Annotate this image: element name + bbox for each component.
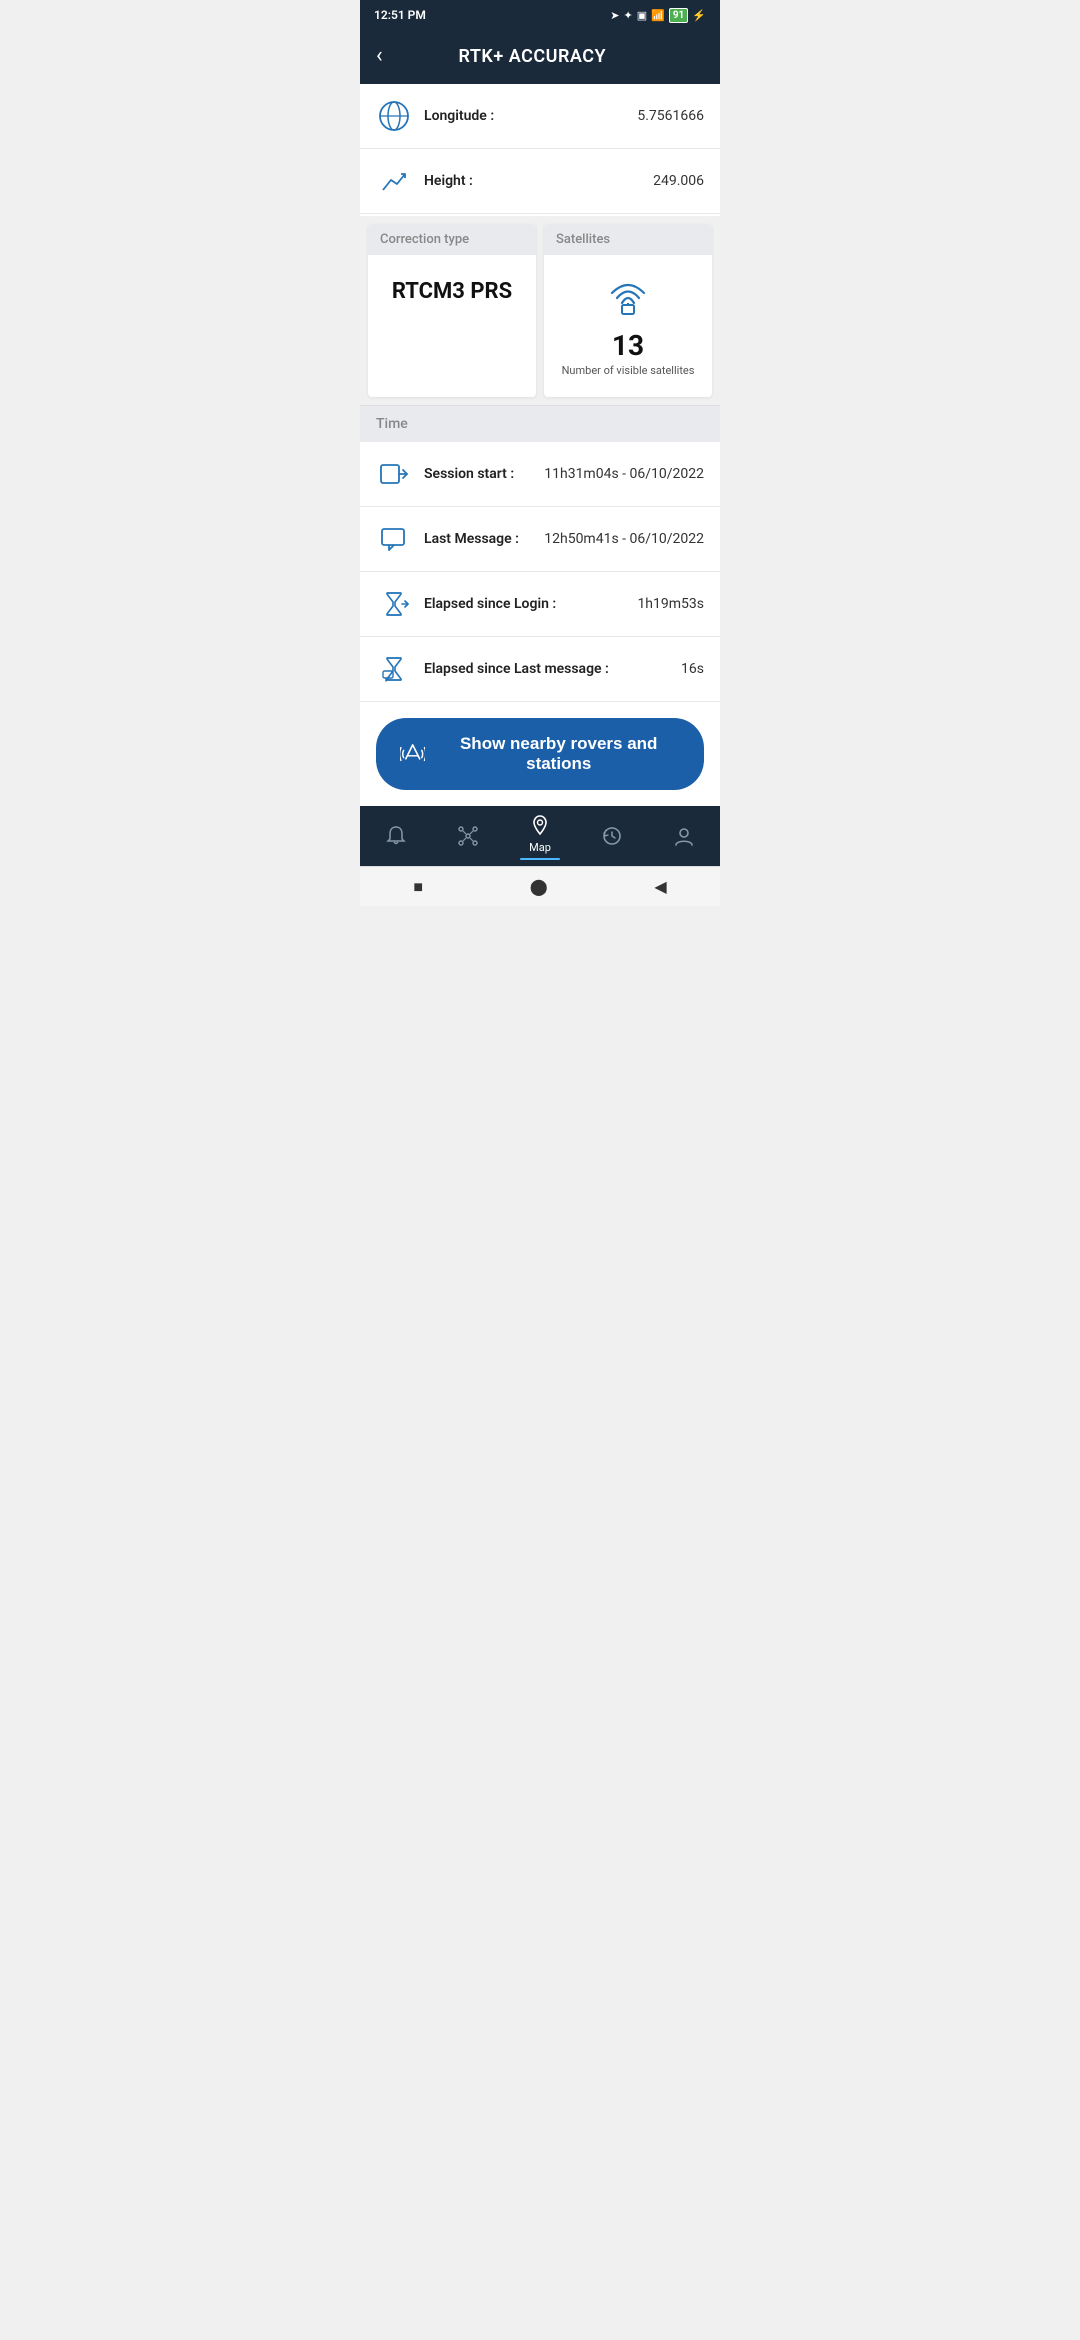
session-start-label: Session start : <box>424 466 544 482</box>
height-label: Height : <box>424 173 653 189</box>
longitude-label: Longitude : <box>424 108 637 124</box>
page-title: RTK+ ACCURACY <box>395 46 670 67</box>
elapsed-last-row: Elapsed since Last message : 16s <box>360 637 720 702</box>
sys-home-button[interactable]: ⬤ <box>530 877 548 896</box>
sys-back-button[interactable]: ◀ <box>654 877 666 896</box>
profile-icon <box>673 825 695 850</box>
last-message-icon <box>376 521 412 557</box>
nav-notifications[interactable] <box>360 825 432 850</box>
last-message-value: 12h50m41s - 06/10/2022 <box>544 531 704 547</box>
elapsed-login-value: 1h19m53s <box>637 596 704 612</box>
map-icon <box>529 814 551 839</box>
charging-icon: ⚡ <box>692 9 706 22</box>
nodes-icon <box>457 825 479 850</box>
time-section-header: Time <box>360 405 720 442</box>
longitude-icon <box>376 98 412 134</box>
status-icons: ➤ ✦ ▣ 📶 91 ⚡ <box>610 8 706 23</box>
longitude-value: 5.7561666 <box>637 108 704 124</box>
last-message-label: Last Message : <box>424 531 544 547</box>
satellites-body: 13 Number of visible satellites <box>544 255 712 397</box>
bottom-nav: Map <box>360 806 720 866</box>
satellite-signal-icon <box>602 271 654 319</box>
session-start-icon <box>376 456 412 492</box>
app-header: ‹ RTK+ ACCURACY <box>360 28 720 84</box>
correction-type-card: Correction type RTCM3 PRS <box>368 224 536 397</box>
nav-active-indicator <box>520 858 560 860</box>
satellites-card: Satellites 13 Number of visible satellit… <box>544 224 712 397</box>
correction-type-body: RTCM3 PRS <box>368 255 536 324</box>
satellites-header: Satellites <box>544 224 712 255</box>
status-bar: 12:51 PM ➤ ✦ ▣ 📶 91 ⚡ <box>360 0 720 28</box>
nearby-button-icon <box>400 740 425 768</box>
bell-icon <box>385 825 407 850</box>
system-nav: ■ ⬤ ◀ <box>360 866 720 906</box>
back-button[interactable]: ‹ <box>376 45 383 67</box>
show-nearby-button[interactable]: Show nearby rovers and stations <box>376 718 704 790</box>
correction-type-header: Correction type <box>368 224 536 255</box>
satellite-count: 13 <box>612 329 644 362</box>
elapsed-login-row: Elapsed since Login : 1h19m53s <box>360 572 720 637</box>
nav-map[interactable]: Map <box>504 814 576 860</box>
last-message-row: Last Message : 12h50m41s - 06/10/2022 <box>360 507 720 572</box>
nav-map-label: Map <box>529 841 551 854</box>
status-time: 12:51 PM <box>374 8 426 22</box>
height-row: Height : 249.006 <box>360 149 720 214</box>
battery-level: 91 <box>669 8 688 23</box>
height-icon <box>376 163 412 199</box>
elapsed-last-label: Elapsed since Last message : <box>424 661 681 677</box>
satellite-icon-wrap <box>602 271 654 319</box>
nav-nodes[interactable] <box>432 825 504 850</box>
gps-icon: ➤ <box>610 9 619 22</box>
wifi-icon: 📶 <box>651 9 665 22</box>
elapsed-login-icon <box>376 586 412 622</box>
correction-satellites-section: Correction type RTCM3 PRS Satellites <box>360 216 720 405</box>
elapsed-last-value: 16s <box>681 661 704 677</box>
session-start-row: Session start : 11h31m04s - 06/10/2022 <box>360 442 720 507</box>
elapsed-login-label: Elapsed since Login : <box>424 596 637 612</box>
main-content: Longitude : 5.7561666 Height : 249.006 C… <box>360 84 720 806</box>
nav-history[interactable] <box>576 825 648 850</box>
history-icon <box>601 825 623 850</box>
elapsed-last-icon <box>376 651 412 687</box>
sim-icon: ▣ <box>637 9 647 22</box>
satellite-count-label: Number of visible satellites <box>562 364 695 377</box>
session-start-value: 11h31m04s - 06/10/2022 <box>544 466 704 482</box>
nearby-button-label: Show nearby rovers and stations <box>437 734 680 774</box>
sys-stop-button[interactable]: ■ <box>413 877 423 897</box>
height-value: 249.006 <box>653 173 704 189</box>
bluetooth-icon: ✦ <box>623 9 632 22</box>
nav-profile[interactable] <box>648 825 720 850</box>
correction-type-value: RTCM3 PRS <box>392 279 512 304</box>
longitude-row: Longitude : 5.7561666 <box>360 84 720 149</box>
